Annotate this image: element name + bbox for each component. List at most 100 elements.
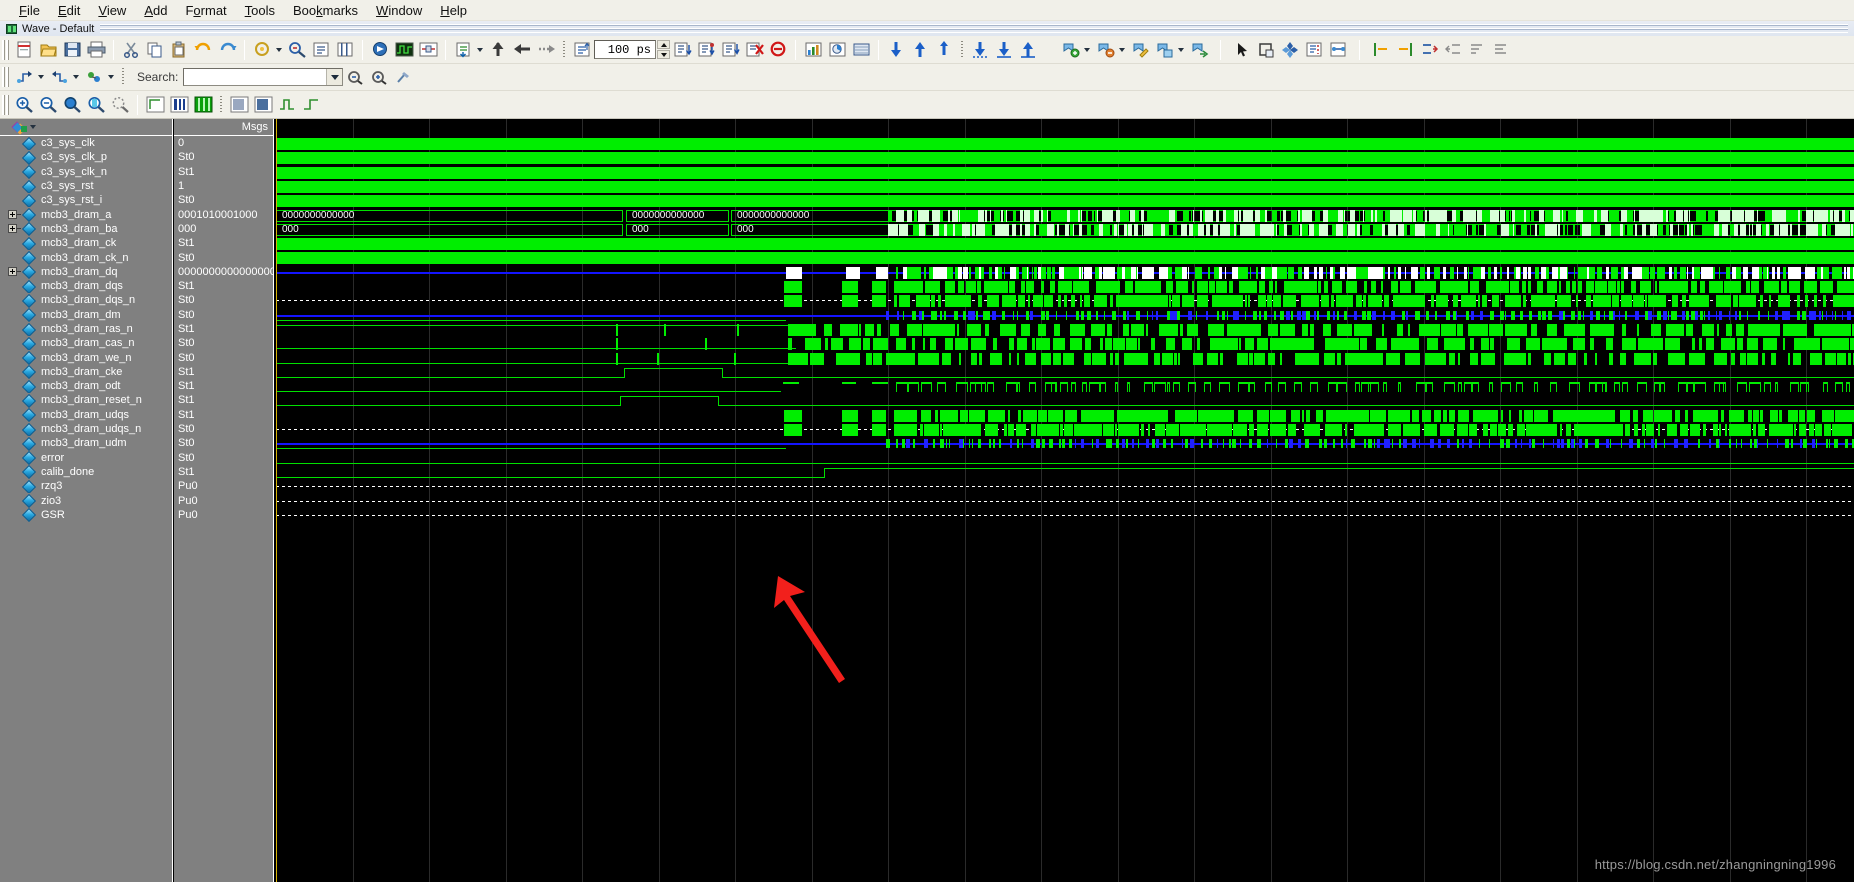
search-input[interactable] (184, 69, 327, 85)
chevron-down-icon[interactable] (28, 116, 37, 138)
signal-row[interactable]: mcb3_dram_we_n (0, 350, 172, 364)
waveform-row[interactable] (276, 394, 1854, 408)
run-back-icon[interactable] (511, 39, 533, 61)
signal-row[interactable]: mcb3_dram_dq (0, 265, 172, 279)
bookmark-save-icon[interactable] (1153, 39, 1175, 61)
wave-grid-style-icon[interactable] (168, 94, 190, 116)
group-signals-icon[interactable] (1418, 39, 1440, 61)
signal-row[interactable]: c3_sys_rst (0, 179, 172, 193)
bookmark-up-icon[interactable] (1017, 39, 1039, 61)
dataflow-icon[interactable] (417, 39, 439, 61)
signal-values-pane[interactable]: Msgs 0 St0 St1 1 St0 0001010001000 000 St1 St0 00… (174, 119, 274, 882)
signal-row[interactable]: mcb3_dram_ras_n (0, 322, 172, 336)
run-up-icon[interactable] (487, 39, 509, 61)
waveform-row[interactable] (276, 137, 1854, 151)
save-icon[interactable] (61, 39, 83, 61)
search-prev-icon[interactable] (344, 66, 366, 88)
waveform-compare-icon[interactable] (393, 39, 415, 61)
collapse-signal-icon[interactable] (48, 66, 70, 88)
wave-format-icon[interactable] (1490, 39, 1512, 61)
wave-up-icon[interactable] (909, 39, 931, 61)
signal-row[interactable]: zio3 (0, 493, 172, 507)
undo-icon[interactable] (192, 39, 214, 61)
wave-down-icon[interactable] (885, 39, 907, 61)
waveform-row[interactable] (276, 294, 1854, 308)
zoom-range-icon[interactable] (109, 94, 131, 116)
waveform-row[interactable] (276, 437, 1854, 451)
waveform-row[interactable] (276, 237, 1854, 251)
signal-row[interactable]: error (0, 451, 172, 465)
waveform-row[interactable] (276, 309, 1854, 323)
profile-icon[interactable] (802, 39, 824, 61)
zoom-cursor-icon[interactable] (85, 94, 107, 116)
menu-item-bookmarks[interactable]: Bookmarks (284, 1, 367, 20)
bookmark-down-icon[interactable] (969, 39, 991, 61)
bookmark-remove-icon[interactable] (1094, 39, 1116, 61)
run-fade-icon[interactable] (535, 39, 557, 61)
cursor-link-icon[interactable] (1327, 39, 1349, 61)
zoom-in-icon[interactable] (13, 94, 35, 116)
signal-row[interactable]: c3_sys_rst_i (0, 193, 172, 207)
waveform-row[interactable] (276, 280, 1854, 294)
find-icon[interactable] (286, 39, 308, 61)
wave-edge-style-icon[interactable] (276, 94, 298, 116)
signal-row[interactable]: mcb3_dram_odt (0, 379, 172, 393)
wave-step-style-icon[interactable] (300, 94, 322, 116)
waveform-row[interactable] (276, 452, 1854, 466)
waveform-row[interactable] (276, 423, 1854, 437)
print-icon[interactable] (85, 39, 107, 61)
compile-icon[interactable] (251, 39, 273, 61)
coverage-icon[interactable] (826, 39, 848, 61)
select-mode-icon[interactable] (1231, 39, 1253, 61)
edit-mode-icon[interactable] (1303, 39, 1325, 61)
signal-row[interactable]: mcb3_dram_a (0, 207, 172, 221)
wave-both-icon[interactable] (933, 39, 955, 61)
menu-item-format[interactable]: Format (176, 1, 235, 20)
menu-item-help[interactable]: Help (431, 1, 476, 20)
wave-cursor-style-icon[interactable] (144, 94, 166, 116)
run-length-field-icon[interactable] (571, 39, 593, 61)
signal-row[interactable]: mcb3_dram_udm (0, 436, 172, 450)
toolbar-grip[interactable] (2, 67, 9, 87)
align-left-icon[interactable] (1370, 39, 1392, 61)
signal-names-pane[interactable]: c3_sys_clk c3_sys_clk_p c3_sys_clk_n c3_sys… (0, 119, 173, 882)
signal-row[interactable]: mcb3_dram_ck_n (0, 250, 172, 264)
bookmark-edit-icon[interactable] (1129, 39, 1151, 61)
run-length-stepper[interactable] (657, 40, 670, 59)
toolbar-grip[interactable] (2, 39, 9, 60)
toolbar-dropdown-arrow[interactable] (1082, 39, 1091, 61)
waveform-row[interactable]: 000 000 000 (276, 223, 1854, 237)
menu-item-edit[interactable]: Edit (49, 1, 89, 20)
zoom-out-icon[interactable] (37, 94, 59, 116)
expand-signal-icon[interactable] (13, 66, 35, 88)
run-continue-icon[interactable] (695, 39, 717, 61)
memory-icon[interactable] (850, 39, 872, 61)
expand-plus-icon[interactable] (8, 210, 17, 220)
signal-row[interactable]: rzq3 (0, 479, 172, 493)
expand-signal-dropdown[interactable] (36, 66, 45, 88)
waveform-row[interactable] (276, 509, 1854, 523)
cut-icon[interactable] (120, 39, 142, 61)
signal-row[interactable]: mcb3_dram_dm (0, 308, 172, 322)
bookmark-add-icon[interactable] (1059, 39, 1081, 61)
signal-row[interactable]: mcb3_dram_reset_n (0, 393, 172, 407)
toolbar-dropdown-arrow[interactable] (1176, 39, 1185, 61)
stop-icon[interactable] (767, 39, 789, 61)
wave-fill-style-icon[interactable] (252, 94, 274, 116)
signal-row[interactable]: mcb3_dram_udqs (0, 408, 172, 422)
waveform-row[interactable]: 0000000000000 0000000000000 0000000000000 (276, 209, 1854, 223)
copy-icon[interactable] (144, 39, 166, 61)
search-options-icon[interactable] (392, 66, 414, 88)
waveform-row[interactable] (276, 323, 1854, 337)
wave-pane-titlebar[interactable]: Wave - Default (0, 21, 1854, 36)
sort-signals-icon[interactable] (1466, 39, 1488, 61)
wave-solid-style-icon[interactable] (192, 94, 214, 116)
signal-radix-dropdown[interactable] (106, 66, 115, 88)
signal-row[interactable]: mcb3_dram_cas_n (0, 336, 172, 350)
collapse-signal-dropdown[interactable] (71, 66, 80, 88)
run-length-field[interactable]: 100 ps (594, 40, 656, 59)
waveform-row[interactable] (276, 194, 1854, 208)
align-right-icon[interactable] (1394, 39, 1416, 61)
waveform-row[interactable] (276, 480, 1854, 494)
waveform-row[interactable] (276, 266, 1854, 280)
